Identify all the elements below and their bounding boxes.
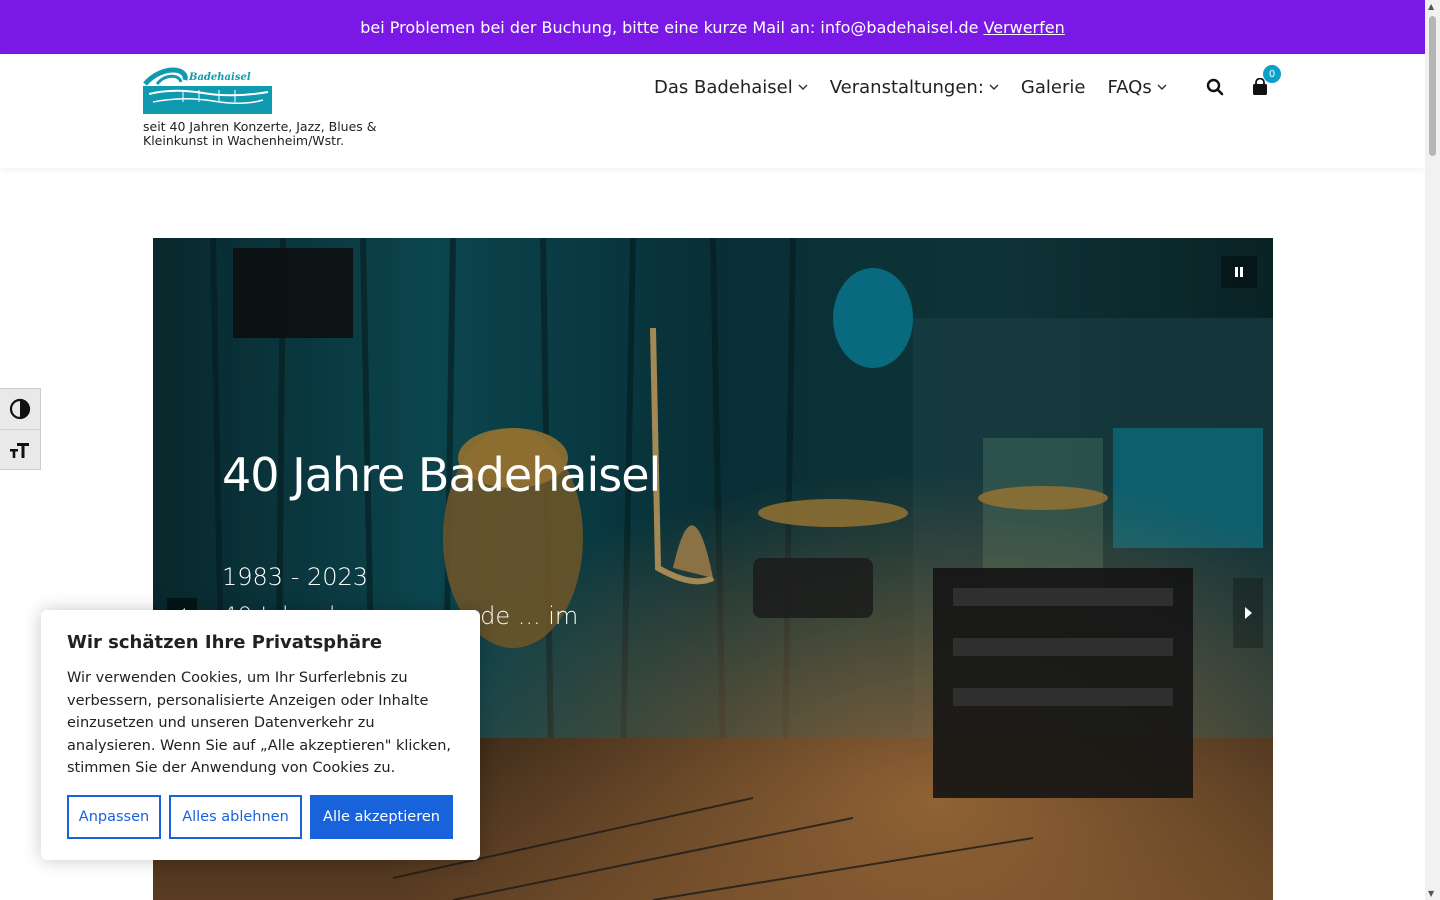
nav-item-das-badehaisel[interactable]: Das Badehaisel <box>654 77 808 98</box>
cart-count-badge: 0 <box>1263 65 1281 83</box>
shopping-bag-icon[interactable] <box>1252 77 1268 100</box>
site-tagline: seit 40 Jahren Konzerte, Jazz, Blues & K… <box>143 119 377 148</box>
scroll-thumb[interactable] <box>1429 16 1436 156</box>
nav-item-galerie[interactable]: Galerie <box>1021 77 1086 98</box>
cookie-customize-button[interactable]: Anpassen <box>67 795 161 839</box>
notice-bar: bei Problemen bei der Buchung, bitte ein… <box>0 0 1425 54</box>
scroll-up-arrow-icon[interactable]: ▲ <box>1428 2 1434 11</box>
nav-item-label: FAQs <box>1107 76 1152 98</box>
nav-item-label: Galerie <box>1020 76 1086 98</box>
hero-title: 40 Jahre Badehaisel <box>222 448 661 502</box>
nav-item-label: Veranstaltungen: <box>829 76 984 98</box>
site-logo[interactable]: Badehaisel <box>143 66 272 114</box>
pause-icon <box>1235 267 1243 277</box>
search-icon[interactable] <box>1206 78 1224 100</box>
cookie-reject-button[interactable]: Alles ablehnen <box>169 795 302 839</box>
cookie-consent-banner: Wir schätzen Ihre Privatsphäre Wir verwe… <box>41 610 480 860</box>
cookie-title: Wir schätzen Ihre Privatsphäre <box>67 632 383 653</box>
slider-next-button[interactable] <box>1233 578 1263 648</box>
dismiss-notice-link[interactable]: Verwerfen <box>983 18 1064 37</box>
svg-text:Badehaisel: Badehaisel <box>188 72 251 83</box>
page-scrollbar[interactable]: ▲ ▼ <box>1425 0 1440 900</box>
chevron-down-icon <box>989 84 999 90</box>
chevron-down-icon <box>1157 84 1167 90</box>
font-size-icon <box>10 442 29 458</box>
site-header: Badehaisel seit 40 Jahren Konzerte, Jazz… <box>0 54 1425 168</box>
toggle-contrast-button[interactable] <box>0 389 40 429</box>
slider-pause-button[interactable] <box>1221 256 1257 288</box>
contrast-icon <box>9 398 31 420</box>
toggle-font-size-button[interactable] <box>0 429 40 469</box>
nav-item-faqs[interactable]: FAQs <box>1107 76 1167 98</box>
main-nav: Das Badehaisel Veranstaltungen: Galerie … <box>654 74 1189 100</box>
notice-text: bei Problemen bei der Buchung, bitte ein… <box>360 17 979 37</box>
cookie-accept-button[interactable]: Alle akzeptieren <box>310 795 453 839</box>
cookie-description: Wir verwenden Cookies, um Ihr Surferlebn… <box>67 670 451 776</box>
cookie-button-group: Anpassen Alles ablehnen Alle akzeptieren <box>67 795 453 839</box>
chevron-down-icon <box>798 84 808 90</box>
nav-item-veranstaltungen[interactable]: Veranstaltungen: <box>830 77 999 98</box>
accessibility-toolbar <box>0 388 41 470</box>
nav-item-label: Das Badehaisel <box>654 76 793 98</box>
chevron-right-icon <box>1245 607 1252 619</box>
hero-years: 1983 - 2023 <box>222 563 369 591</box>
scroll-down-arrow-icon[interactable]: ▼ <box>1428 889 1434 898</box>
